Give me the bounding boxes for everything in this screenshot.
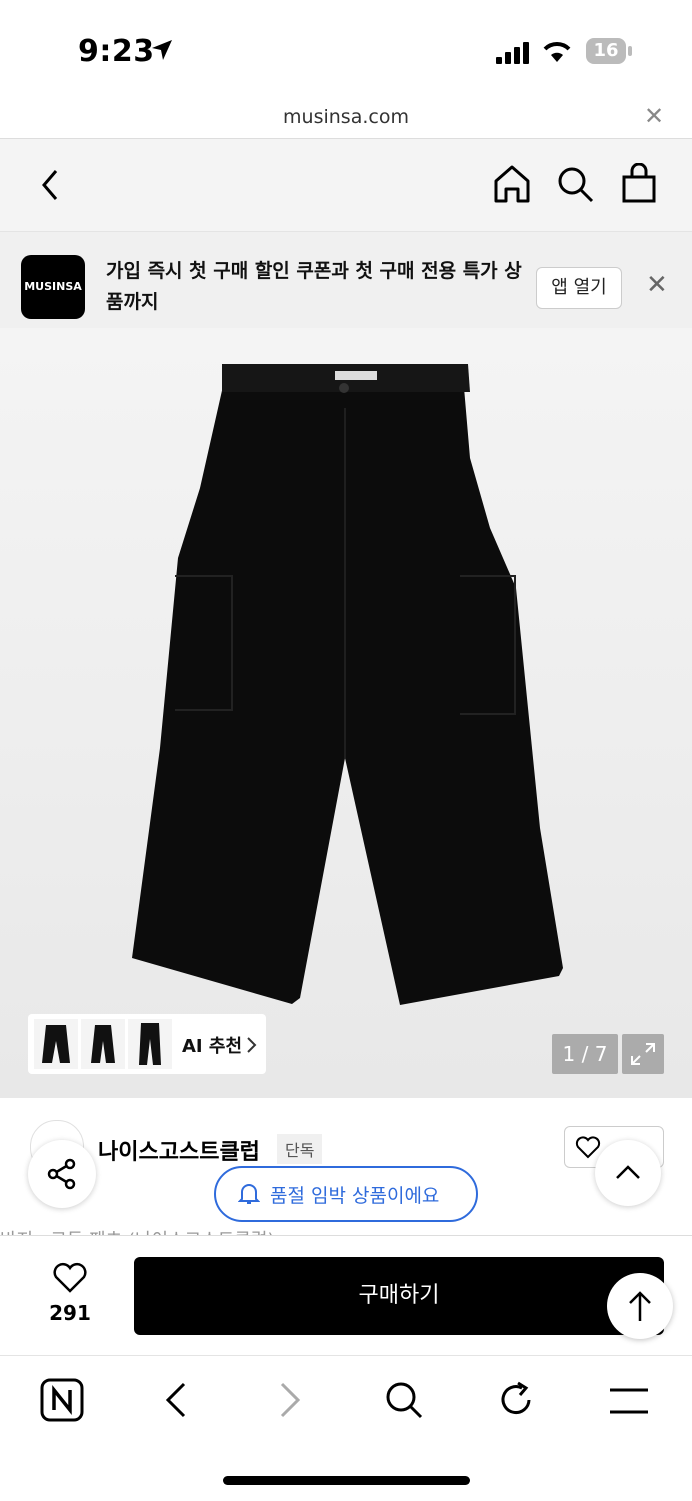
url-bar[interactable]: musinsa.com ✕ [0, 100, 692, 139]
banner-message: 가입 즉시 첫 구매 할인 쿠폰과 첫 구매 전용 특가 상품까지 [106, 260, 522, 313]
like-count: 291 [49, 1301, 91, 1325]
shopping-bag-icon[interactable] [620, 163, 658, 205]
browser-search-icon[interactable] [384, 1380, 424, 1420]
heart-icon[interactable] [52, 1262, 88, 1294]
pants-thumb-icon [139, 1023, 161, 1065]
thumbnail-2[interactable] [81, 1019, 125, 1069]
app-install-banner: MUSINSA 가입 즉시 첫 구매 할인 쿠폰과 첫 구매 전용 특가 상품까… [0, 232, 692, 328]
thumbnail-1[interactable] [34, 1019, 78, 1069]
ai-recommend-label[interactable]: AI 추천 [182, 1032, 242, 1058]
refresh-icon[interactable] [496, 1380, 536, 1420]
thumbnail-strip[interactable]: AI 추천 [28, 1014, 266, 1074]
home-indicator [223, 1476, 470, 1485]
buy-button[interactable]: 구매하기 [134, 1257, 664, 1335]
menu-icon[interactable] [608, 1382, 650, 1418]
image-counter: 1 / 7 [552, 1034, 618, 1074]
product-image-carousel[interactable]: AI 추천 1 / 7 [0, 328, 692, 1098]
bell-icon [238, 1184, 260, 1204]
chevron-right-icon [247, 1037, 257, 1053]
arrow-up-icon [629, 1291, 651, 1321]
pants-thumb-icon [42, 1025, 70, 1063]
search-icon[interactable] [556, 165, 596, 205]
expand-icon [631, 1043, 655, 1065]
status-time: 9:23 [78, 34, 155, 69]
back-chevron-icon[interactable] [36, 167, 64, 203]
url-domain[interactable]: musinsa.com [0, 106, 692, 128]
battery-indicator: 16 [586, 38, 626, 64]
brand-name[interactable]: 나이스고스트클럽 [98, 1134, 260, 1166]
home-icon[interactable] [492, 163, 532, 205]
toast-text: 품절 임박 상품이에요 [270, 1185, 440, 1207]
cellular-signal-icon [496, 42, 529, 64]
share-icon [47, 1158, 76, 1190]
banner-close-icon[interactable]: ✕ [646, 270, 668, 300]
open-app-button[interactable]: 앱 열기 [536, 267, 622, 309]
expand-button[interactable] [622, 1034, 664, 1074]
scroll-to-top-button[interactable] [607, 1273, 673, 1339]
pants-thumb-icon [91, 1025, 115, 1063]
pants-photo [132, 364, 563, 1005]
collapse-button[interactable] [595, 1140, 661, 1206]
battery-tip [628, 46, 632, 56]
location-arrow-icon [152, 40, 172, 60]
close-icon[interactable]: ✕ [644, 102, 664, 130]
exclusive-badge: 단독 [277, 1134, 323, 1164]
chevron-up-icon [616, 1165, 640, 1179]
thumbnail-3[interactable] [128, 1019, 172, 1069]
share-button[interactable] [28, 1140, 96, 1208]
heart-icon [575, 1136, 601, 1159]
site-header [0, 139, 692, 232]
status-bar: 9:23 16 [0, 0, 692, 100]
naver-icon[interactable] [40, 1378, 84, 1422]
wifi-icon [543, 42, 571, 62]
browser-back-icon[interactable] [160, 1380, 190, 1420]
musinsa-logo: MUSINSA [21, 255, 85, 319]
browser-forward-icon[interactable] [276, 1380, 306, 1420]
low-stock-toast: 품절 임박 상품이에요 [214, 1166, 478, 1222]
